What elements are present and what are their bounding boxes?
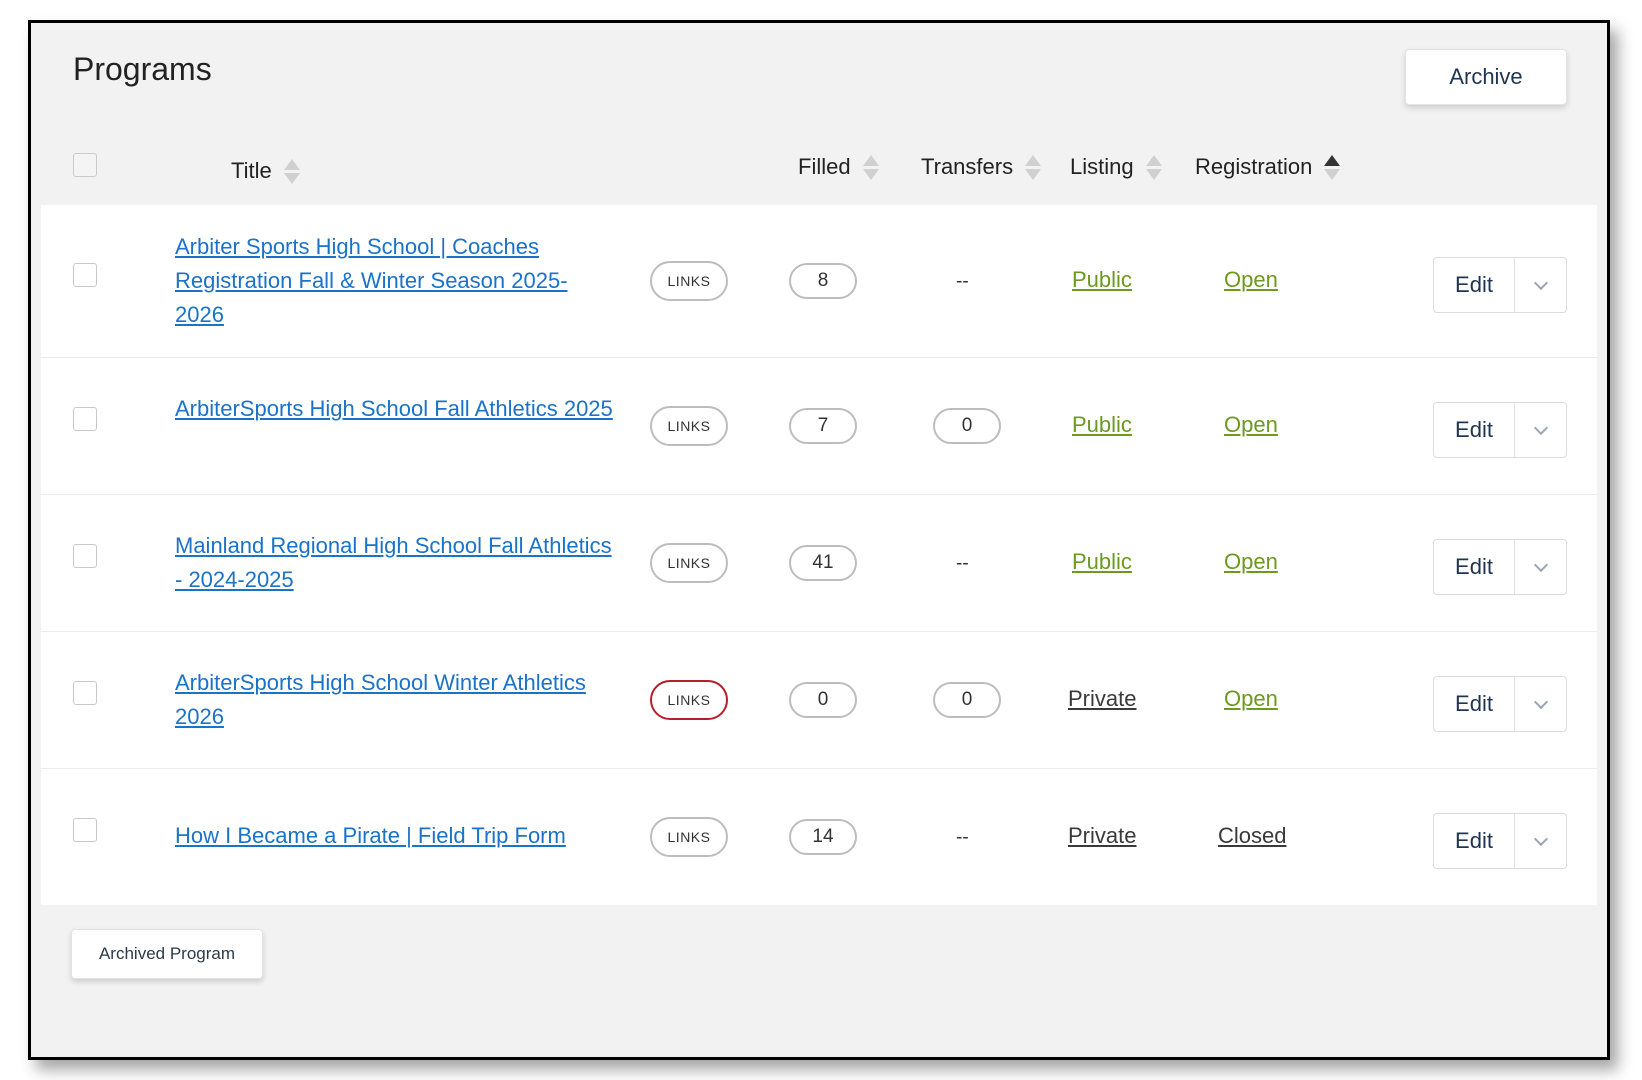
- sort-ascending-icon: [1324, 154, 1341, 180]
- listing-status-link[interactable]: Private: [1068, 823, 1136, 849]
- listing-status-link[interactable]: Public: [1072, 412, 1132, 438]
- filled-count: 41: [789, 545, 857, 581]
- column-filled-label: Filled: [798, 154, 851, 179]
- archive-button[interactable]: Archive: [1405, 49, 1567, 105]
- programs-panel: Programs Archive Title Filled Transfers …: [28, 20, 1610, 1060]
- registration-status-link[interactable]: Open: [1224, 549, 1278, 575]
- registration-status-link[interactable]: Open: [1224, 267, 1278, 293]
- links-button-highlighted[interactable]: LINKS: [650, 680, 728, 720]
- registration-status-link[interactable]: Open: [1224, 686, 1278, 712]
- table-row: Mainland Regional High School Fall Athle…: [41, 494, 1597, 632]
- program-title-link[interactable]: ArbiterSports High School Fall Athletics…: [175, 392, 615, 426]
- listing-status-link[interactable]: Private: [1068, 686, 1136, 712]
- edit-button-group: Edit: [1433, 402, 1567, 458]
- column-header-title[interactable]: Title: [231, 158, 300, 184]
- column-header-listing[interactable]: Listing: [1070, 154, 1162, 180]
- registration-status-link[interactable]: Open: [1224, 412, 1278, 438]
- page-title: Programs: [73, 51, 212, 87]
- edit-button-group: Edit: [1433, 813, 1567, 869]
- table-row: ArbiterSports High School Fall Athletics…: [41, 357, 1597, 495]
- table-row: ArbiterSports High School Winter Athleti…: [41, 631, 1597, 769]
- program-title-link[interactable]: ArbiterSports High School Winter Athleti…: [175, 666, 615, 734]
- sort-icon: [283, 158, 300, 184]
- links-button[interactable]: LINKS: [650, 261, 728, 301]
- sort-icon: [1145, 154, 1162, 180]
- program-title-link[interactable]: Mainland Regional High School Fall Athle…: [175, 529, 615, 597]
- table-header: Title Filled Transfers Listing Registrat…: [31, 148, 1607, 208]
- edit-button[interactable]: Edit: [1434, 258, 1515, 312]
- chevron-down-icon[interactable]: [1515, 814, 1566, 868]
- row-checkbox[interactable]: [73, 681, 97, 705]
- links-button[interactable]: LINKS: [650, 817, 728, 857]
- transfers-empty: --: [956, 827, 969, 848]
- listing-status-link[interactable]: Public: [1072, 549, 1132, 575]
- program-title-link[interactable]: Arbiter Sports High School | Coaches Reg…: [175, 230, 615, 332]
- row-checkbox[interactable]: [73, 818, 97, 842]
- column-title-label: Title: [231, 158, 272, 183]
- edit-button-group: Edit: [1433, 539, 1567, 595]
- program-title-link[interactable]: How I Became a Pirate | Field Trip Form: [175, 819, 615, 853]
- chevron-down-icon[interactable]: [1515, 258, 1566, 312]
- transfers-count: 0: [933, 408, 1001, 444]
- edit-button[interactable]: Edit: [1434, 403, 1515, 457]
- links-button[interactable]: LINKS: [650, 543, 728, 583]
- listing-status-link[interactable]: Public: [1072, 267, 1132, 293]
- column-listing-label: Listing: [1070, 154, 1134, 179]
- column-header-registration[interactable]: Registration: [1195, 154, 1341, 180]
- select-all-checkbox[interactable]: [73, 153, 97, 177]
- transfers-empty: --: [956, 271, 969, 292]
- sort-icon: [1025, 154, 1042, 180]
- chevron-down-icon[interactable]: [1515, 540, 1566, 594]
- filled-count: 8: [789, 263, 857, 299]
- column-header-transfers[interactable]: Transfers: [921, 154, 1042, 180]
- column-transfers-label: Transfers: [921, 154, 1014, 179]
- edit-button-group: Edit: [1433, 257, 1567, 313]
- edit-button[interactable]: Edit: [1434, 677, 1515, 731]
- filled-count: 14: [789, 819, 857, 855]
- archived-program-button[interactable]: Archived Program: [71, 929, 263, 979]
- edit-button-group: Edit: [1433, 676, 1567, 732]
- programs-table-body: Arbiter Sports High School | Coaches Reg…: [41, 205, 1597, 905]
- filled-count: 0: [789, 682, 857, 718]
- registration-status-link[interactable]: Closed: [1218, 823, 1286, 849]
- filled-count: 7: [789, 408, 857, 444]
- links-button[interactable]: LINKS: [650, 406, 728, 446]
- row-checkbox[interactable]: [73, 544, 97, 568]
- chevron-down-icon[interactable]: [1515, 677, 1566, 731]
- sort-icon: [862, 154, 879, 180]
- column-registration-label: Registration: [1195, 154, 1313, 179]
- row-checkbox[interactable]: [73, 407, 97, 431]
- table-row: How I Became a Pirate | Field Trip Form …: [41, 768, 1597, 905]
- transfers-count: 0: [933, 682, 1001, 718]
- column-header-filled[interactable]: Filled: [798, 154, 879, 180]
- edit-button[interactable]: Edit: [1434, 814, 1515, 868]
- table-row: Arbiter Sports High School | Coaches Reg…: [41, 205, 1597, 358]
- transfers-empty: --: [956, 553, 969, 574]
- chevron-down-icon[interactable]: [1515, 403, 1566, 457]
- row-checkbox[interactable]: [73, 263, 97, 287]
- edit-button[interactable]: Edit: [1434, 540, 1515, 594]
